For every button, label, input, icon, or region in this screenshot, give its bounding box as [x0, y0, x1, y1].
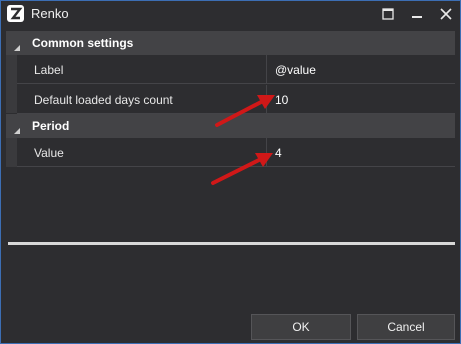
indent-gutter — [6, 55, 17, 113]
section-label: Common settings — [32, 36, 134, 50]
window-title: Renko — [31, 6, 69, 21]
title-bar[interactable]: Renko — [1, 1, 460, 27]
indent-gutter — [6, 138, 17, 167]
property-name: Default loaded days count — [34, 93, 173, 107]
close-icon[interactable] — [437, 5, 455, 23]
cancel-button[interactable]: Cancel — [357, 314, 455, 340]
maximize-icon[interactable] — [379, 5, 397, 23]
section-label: Period — [32, 119, 70, 133]
dialog-window: Renko Common settings Label @value Defau… — [0, 0, 461, 344]
property-value-input[interactable]: @value — [275, 63, 316, 77]
annotation-arrow-icon — [215, 95, 275, 127]
app-logo-icon — [7, 5, 24, 22]
column-divider[interactable] — [266, 55, 267, 84]
annotation-arrow-icon — [211, 153, 273, 185]
minimize-icon[interactable] — [408, 5, 426, 23]
property-name: Label — [34, 63, 64, 77]
horizontal-separator — [8, 242, 455, 245]
property-row-label[interactable]: Label @value — [17, 55, 455, 84]
property-name: Value — [34, 146, 64, 160]
ok-button[interactable]: OK — [251, 314, 351, 340]
section-header-common-settings[interactable]: Common settings — [6, 31, 455, 55]
